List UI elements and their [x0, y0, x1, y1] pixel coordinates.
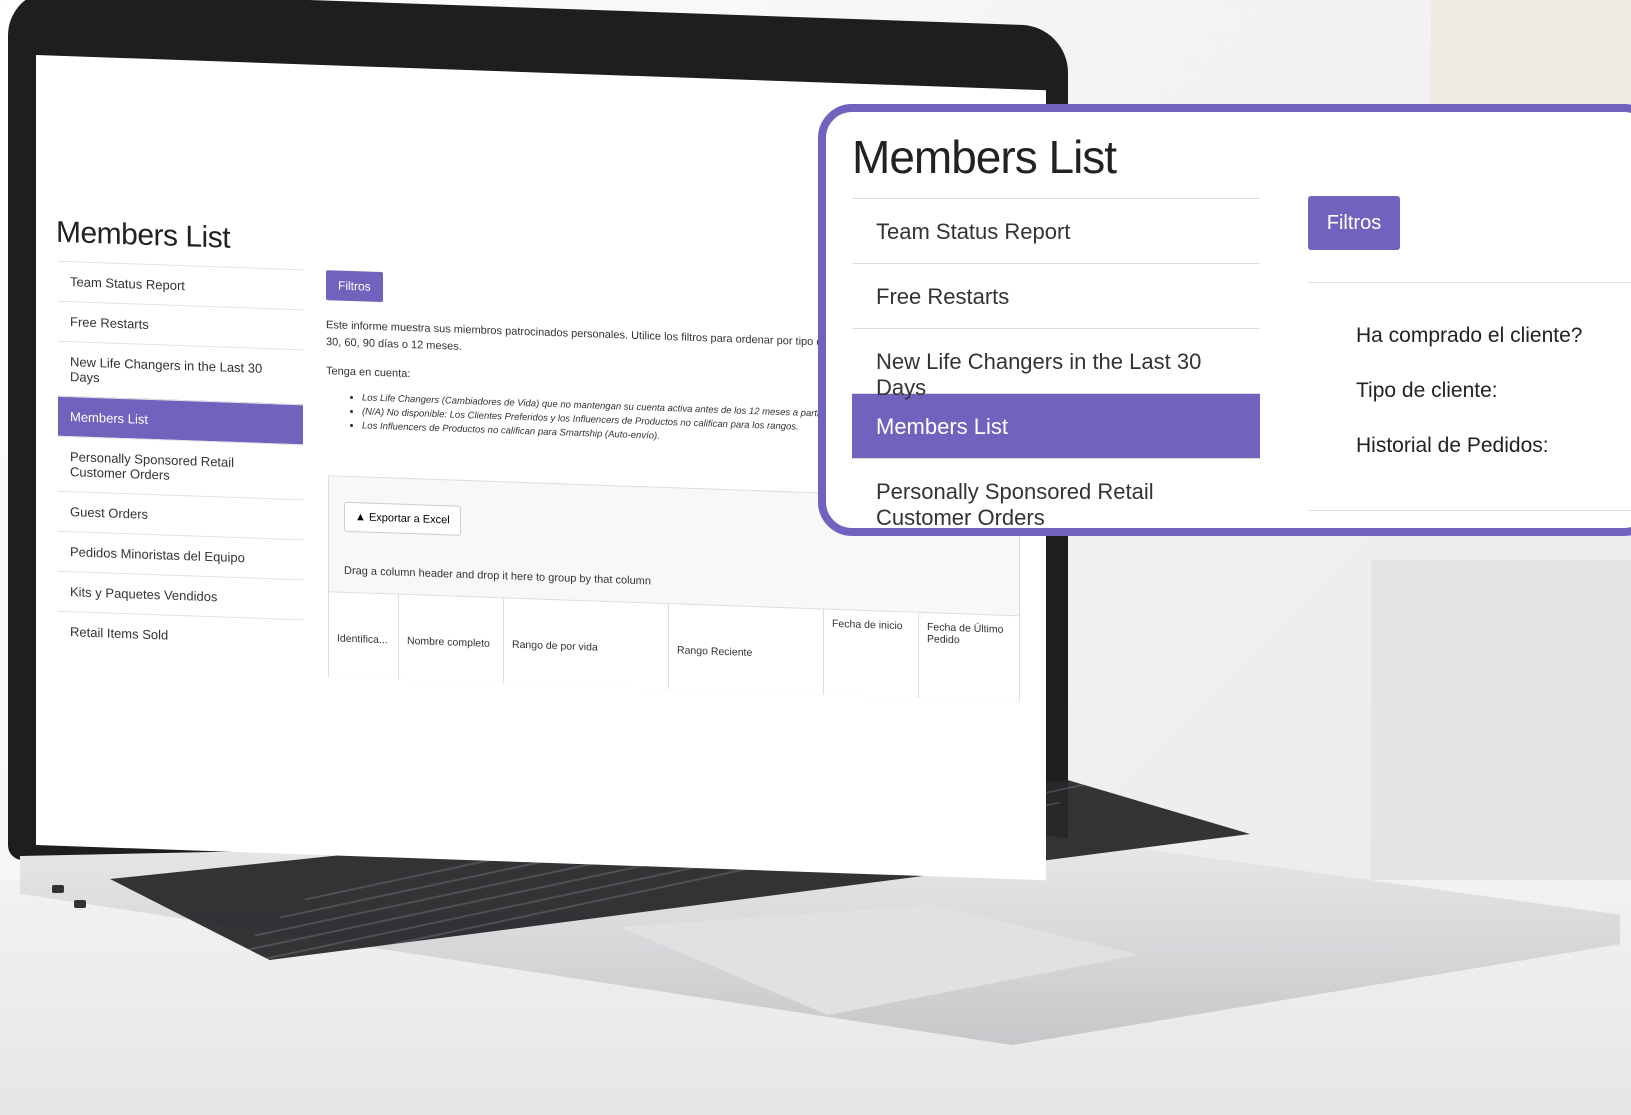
callout-sidebar: Team Status Report Free Restarts New Lif…: [852, 198, 1260, 528]
filters-button[interactable]: Filtros: [326, 270, 383, 303]
callout-sidebar-item-members-list[interactable]: Members List: [852, 393, 1260, 458]
filter-label-customer-type: Tipo de cliente:: [1356, 379, 1498, 402]
sidebar-nav: Team Status Report Free Restarts New Lif…: [58, 260, 303, 660]
usb-port-icon: [52, 885, 64, 893]
export-label: Exportar a Excel: [368, 511, 450, 527]
divider: [1308, 282, 1631, 283]
zoom-callout: Members List Team Status Report Free Res…: [818, 104, 1631, 536]
column-header-start-date[interactable]: Fecha de inicio: [824, 609, 919, 698]
filter-label-order-history: Historial de Pedidos:: [1356, 434, 1549, 457]
callout-sidebar-item-new-life-changers[interactable]: New Life Changers in the Last 30 Days: [852, 328, 1260, 400]
divider: [1308, 510, 1631, 511]
caret-up-icon: ▲: [355, 511, 369, 524]
column-header-lifetime-rank[interactable]: Rango de por vida: [504, 598, 669, 690]
callout-sidebar-item-team-status-report[interactable]: Team Status Report: [852, 198, 1260, 263]
callout-filters-button[interactable]: Filtros: [1308, 196, 1400, 250]
grid-header: Identifica... Nombre completo Rango de p…: [329, 591, 1019, 702]
column-header-full-name[interactable]: Nombre completo: [399, 594, 504, 684]
column-header-recent-rank[interactable]: Rango Reciente: [669, 604, 824, 695]
page-title: Members List: [56, 215, 231, 255]
sidebar-item-retail-customer-orders[interactable]: Personally Sponsored Retail Customer Ord…: [58, 435, 303, 500]
sidebar-item-new-life-changers[interactable]: New Life Changers in the Last 30 Days: [58, 340, 303, 405]
callout-title: Members List: [852, 131, 1117, 183]
column-header-last-order-date[interactable]: Fecha de Último Pedido: [919, 613, 1019, 701]
filter-label-purchased: Ha comprado el cliente?: [1356, 324, 1583, 347]
column-header-id[interactable]: Identifica...: [329, 592, 399, 680]
sidebar-item-retail-items-sold[interactable]: Retail Items Sold: [58, 610, 303, 660]
note-heading: Tenga en cuenta:: [326, 365, 411, 381]
callout-sidebar-item-retail-customer-orders[interactable]: Personally Sponsored Retail Customer Ord…: [852, 458, 1260, 528]
usb-port-icon: [74, 900, 86, 908]
callout-sidebar-item-free-restarts[interactable]: Free Restarts: [852, 263, 1260, 328]
group-panel-hint: Drag a column header and drop it here to…: [344, 564, 651, 588]
export-excel-button[interactable]: ▲ Exportar a Excel: [344, 501, 461, 536]
